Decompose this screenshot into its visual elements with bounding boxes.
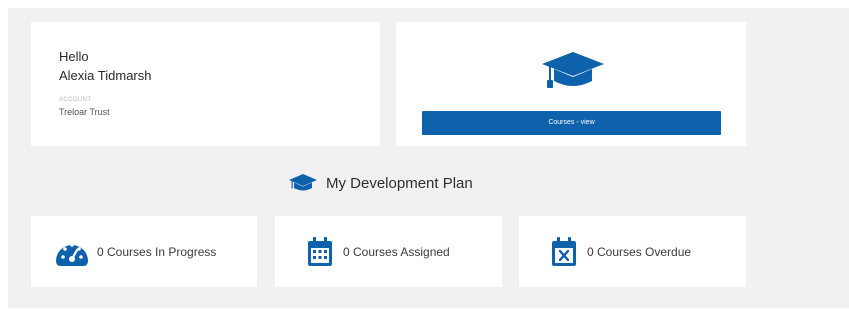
development-plan-heading: My Development Plan [289,172,473,194]
stat-label: 0 Courses Assigned [343,244,450,259]
calendar-x-icon [549,235,579,269]
account-value: Treloar Trust [59,107,110,117]
courses-card: Courses - view [396,22,746,146]
stat-card-assigned[interactable]: 0 Courses Assigned [275,216,502,287]
courses-view-button[interactable]: Courses - view [422,111,721,135]
calendar-icon [305,235,335,269]
graduation-cap-icon [542,52,604,88]
welcome-card: Hello Alexia Tidmarsh ACCOUNT Treloar Tr… [31,22,380,146]
account-label: ACCOUNT [59,97,92,103]
greeting-text: Hello [59,49,89,64]
stat-card-overdue[interactable]: 0 Courses Overdue [519,216,746,287]
development-plan-title: My Development Plan [326,174,473,192]
speedometer-icon [55,235,89,269]
user-name: Alexia Tidmarsh [59,68,152,83]
stat-card-in-progress[interactable]: 0 Courses In Progress [31,216,257,287]
graduation-cap-icon [289,174,317,191]
stat-label: 0 Courses In Progress [97,244,217,259]
dashboard-canvas: Hello Alexia Tidmarsh ACCOUNT Treloar Tr… [8,8,849,308]
stat-label: 0 Courses Overdue [587,244,692,259]
